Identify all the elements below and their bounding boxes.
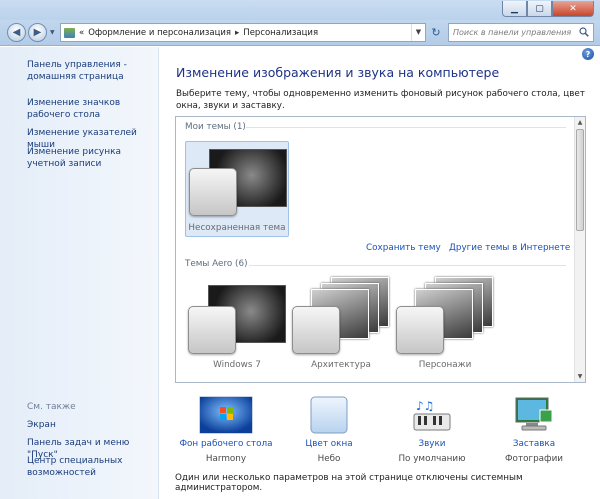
help-icon: ? — [585, 49, 591, 59]
change-account-picture-link[interactable]: Изменение рисунка учетной записи — [27, 146, 155, 170]
window-controls: ▁ ▢ ✕ — [502, 1, 594, 17]
refresh-icon: ↻ — [431, 26, 441, 39]
theme-window-color-swatch — [188, 306, 236, 354]
themes-scrollbar[interactable]: ▲ ▼ — [574, 117, 585, 382]
display-link[interactable]: Экран — [27, 419, 155, 431]
window-color-icon — [310, 396, 348, 434]
sounds-setting[interactable]: ♪♫ Звуки По умолчанию — [377, 396, 487, 464]
sounds-value: По умолчанию — [398, 454, 466, 464]
sounds-label[interactable]: Звуки — [377, 439, 487, 449]
theme-window-color-swatch — [189, 168, 237, 216]
page-title: Изменение изображения и звука на компьют… — [176, 65, 500, 80]
task-sidebar: Панель управления - домашняя страница Из… — [0, 47, 159, 499]
breadcrumb-separator-icon[interactable]: ▸ — [235, 28, 239, 38]
screensaver-value: Фотографии — [504, 454, 563, 464]
ease-of-access-link[interactable]: Центр специальных возможностей — [27, 455, 155, 479]
arrow-left-icon: ◀ — [12, 27, 21, 38]
scroll-down-icon[interactable]: ▼ — [575, 371, 585, 382]
refresh-button[interactable]: ↻ — [428, 23, 444, 42]
theme-tile-windows7[interactable]: Windows 7 — [185, 277, 289, 373]
search-placeholder: Поиск в панели управления — [453, 28, 572, 37]
help-button[interactable]: ? — [582, 48, 594, 60]
theme-name: Архитектура — [311, 360, 371, 370]
minimize-button[interactable]: ▁ — [502, 1, 527, 17]
change-desktop-icons-link[interactable]: Изменение значков рабочего стола — [27, 97, 155, 121]
svg-text:♪♫: ♪♫ — [416, 399, 434, 413]
navigation-bar: ◀ ▶ ▼ « Оформление и персонализация ▸ Пе… — [0, 20, 600, 46]
window-color-label[interactable]: Цвет окна — [274, 439, 384, 449]
page-description: Выберите тему, чтобы одновременно измени… — [176, 89, 585, 111]
theme-name: Windows 7 — [213, 360, 261, 370]
unsaved-theme-name: Несохраненная тема — [188, 223, 286, 233]
breadcrumb-appearance[interactable]: Оформление и персонализация — [88, 28, 231, 38]
arrow-right-icon: ▶ — [33, 27, 42, 38]
desktop-background-icon — [199, 396, 253, 434]
screensaver-label[interactable]: Заставка — [479, 439, 589, 449]
window-color-value: Небо — [317, 454, 341, 464]
admin-disabled-note: Один или несколько параметров на этой ст… — [175, 473, 523, 493]
screensaver-icon — [515, 397, 553, 431]
aero-themes-group-label: Темы Aero (6) — [185, 259, 248, 269]
scroll-up-icon[interactable]: ▲ — [575, 117, 585, 128]
theme-tile-architecture[interactable]: Архитектура — [289, 277, 393, 373]
recent-pages-dropdown[interactable]: ▼ — [50, 29, 55, 36]
scrollbar-thumb[interactable] — [576, 129, 584, 231]
desktop-background-setting[interactable]: Фон рабочего стола Harmony — [171, 396, 281, 464]
window-color-setting[interactable]: Цвет окна Небо — [274, 396, 384, 464]
search-icon[interactable] — [579, 27, 589, 37]
breadcrumb-prefix[interactable]: « — [79, 28, 84, 38]
sounds-icon: ♪♫ — [413, 399, 451, 431]
group-divider — [246, 127, 566, 128]
address-bar[interactable]: « Оформление и персонализация ▸ Персонал… — [60, 23, 426, 42]
themes-list[interactable]: Мои темы (1) Несохраненная тема Сохранит… — [175, 116, 586, 383]
title-bar: ▁ ▢ ✕ — [0, 0, 600, 22]
theme-window-color-swatch — [396, 306, 444, 354]
close-button[interactable]: ✕ — [552, 1, 594, 17]
group-divider — [249, 265, 566, 266]
my-themes-group-label: Мои темы (1) — [185, 122, 246, 132]
search-input[interactable]: Поиск в панели управления — [448, 23, 594, 42]
see-also-heading: См. также — [27, 402, 76, 412]
online-themes-link[interactable]: Другие темы в Интернете — [449, 243, 570, 253]
theme-window-color-swatch — [292, 306, 340, 354]
desktop-background-value: Harmony — [205, 454, 247, 464]
screensaver-setting[interactable]: Заставка Фотографии — [479, 396, 589, 464]
desktop-background-label[interactable]: Фон рабочего стола — [171, 439, 281, 449]
breadcrumb-personalization[interactable]: Персонализация — [243, 28, 318, 38]
theme-tile-characters[interactable]: Персонажи — [393, 277, 497, 373]
back-button[interactable]: ◀ — [7, 23, 26, 42]
forward-button[interactable]: ▶ — [28, 23, 47, 42]
control-panel-home-link[interactable]: Панель управления - домашняя страница — [27, 59, 155, 83]
save-theme-link[interactable]: Сохранить тему — [366, 243, 441, 253]
address-dropdown-icon[interactable]: ▼ — [411, 24, 425, 41]
unsaved-theme-tile[interactable]: Несохраненная тема — [185, 141, 289, 237]
theme-name: Персонажи — [418, 360, 472, 370]
maximize-button[interactable]: ▢ — [527, 1, 552, 17]
control-panel-icon — [64, 27, 75, 38]
